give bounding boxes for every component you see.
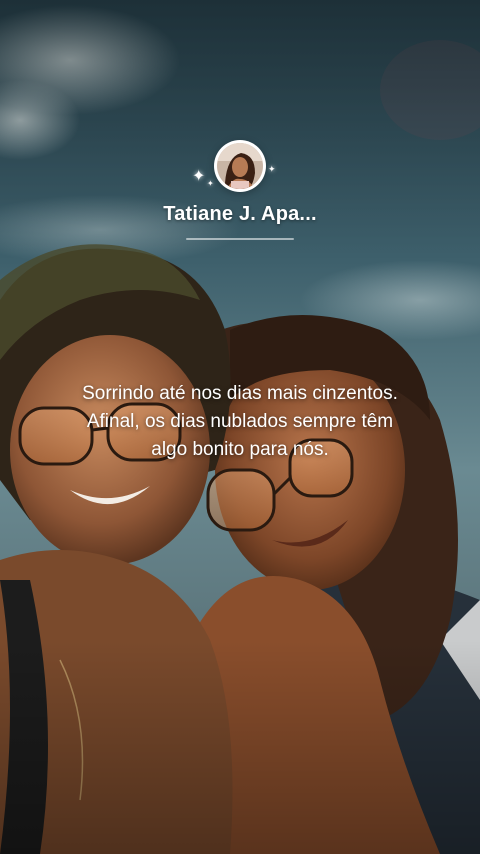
avatar[interactable]	[214, 140, 266, 192]
sparkle-icon: ✦	[192, 166, 206, 185]
sparkle-icon: ✦	[268, 165, 276, 175]
story-screen: ✦ ✦ ✦ Tatiane J. Apa... Sorrindo até nos…	[0, 0, 480, 854]
post-caption: Sorrindo até nos dias mais cinzentos. Af…	[82, 383, 398, 460]
header-divider	[186, 238, 294, 240]
sparkle-icon: ✦	[207, 179, 214, 188]
profile-photo-icon	[217, 143, 263, 189]
profile-name[interactable]: Tatiane J. Apa...	[0, 203, 480, 226]
profile-header: ✦ ✦ ✦ Tatiane J. Apa...	[0, 0, 480, 260]
